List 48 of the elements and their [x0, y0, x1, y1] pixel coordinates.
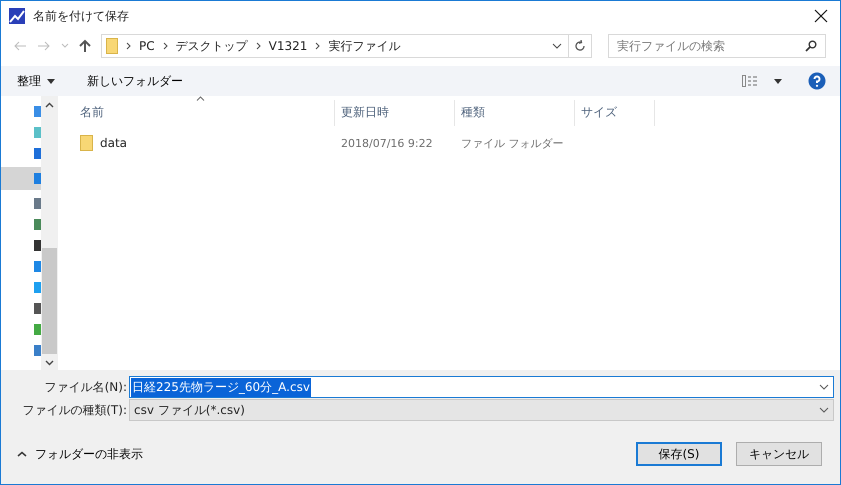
dialog-button[interactable]: キャンセル [736, 442, 822, 466]
folder-icon [80, 135, 93, 151]
app-logo-icon [9, 8, 25, 24]
folder-icon [106, 38, 118, 54]
scrollbar[interactable] [41, 96, 57, 370]
organize-button[interactable]: 整理 [9, 70, 63, 92]
chevron-right-icon[interactable] [126, 42, 131, 50]
close-icon[interactable] [814, 9, 828, 23]
breadcrumb-item[interactable]: 実行ファイル [328, 38, 400, 54]
chevron-right-icon[interactable] [162, 42, 168, 50]
breadcrumb-item[interactable]: PC [139, 39, 155, 53]
caret-icon [47, 78, 55, 84]
chevron-down-icon[interactable] [819, 407, 829, 413]
chevron-right-icon[interactable] [256, 42, 261, 50]
file-name-cell[interactable]: data [58, 135, 335, 151]
breadcrumb-item[interactable]: V1321 [268, 39, 308, 53]
help-icon[interactable] [808, 72, 826, 90]
refresh-icon [574, 40, 586, 52]
refresh-button[interactable] [569, 34, 592, 58]
search-icon [805, 40, 817, 52]
view-options-icon[interactable] [742, 75, 758, 87]
window-title: 名前を付けて保存 [33, 8, 129, 24]
hide-folders-button[interactable]: フォルダーの非表示 [11, 444, 149, 464]
column-header[interactable]: サイズ [575, 100, 655, 126]
breadcrumb-item[interactable]: デスクトップ [176, 38, 248, 54]
scrollbar-thumb[interactable] [42, 248, 56, 354]
search-field[interactable]: 実行ファイルの検索 [608, 34, 826, 58]
type-cell-text: ファイル フォルダー [460, 136, 564, 150]
new-folder-button[interactable]: 新しいフォルダー [79, 70, 191, 92]
date-cell-text: 2018/07/16 9:22 [340, 136, 434, 150]
file-type-dropdown[interactable]: csv ファイル(*.csv) [129, 399, 834, 421]
chevron-down-icon[interactable] [819, 384, 829, 390]
address-bar[interactable]: PC デスクトップ V1321 実行ファイル [101, 34, 569, 58]
chevron-up-icon [17, 451, 27, 457]
file-name-field[interactable]: 日経225先物ラージ_60分_A.csv [129, 376, 834, 398]
chevron-up-icon[interactable] [44, 102, 54, 108]
chevron-down-icon[interactable] [44, 360, 54, 366]
field-label: ファイル名(N): [44, 378, 128, 396]
caret-icon[interactable] [774, 78, 782, 84]
column-header[interactable]: 種類 [455, 100, 575, 126]
chevron-right-icon[interactable] [315, 42, 320, 50]
dialog-button[interactable]: 保存(S) [636, 442, 722, 466]
up-arrow-icon[interactable] [79, 39, 91, 53]
column-header[interactable]: 更新日時 [335, 100, 455, 126]
chevron-down-icon[interactable] [552, 43, 562, 49]
nav-item-highlight[interactable] [1, 167, 41, 190]
field-label: ファイルの種類(T): [21, 402, 128, 418]
column-header[interactable]: 名前 [58, 100, 335, 126]
